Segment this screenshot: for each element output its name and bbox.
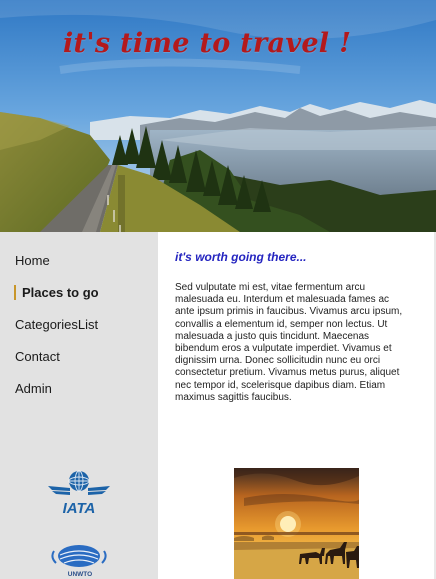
iata-logo[interactable]: IATA bbox=[46, 470, 112, 517]
section-heading: it's worth going there... bbox=[175, 250, 307, 264]
nav-item-home[interactable]: Home bbox=[15, 253, 50, 268]
nav-item-places-to-go[interactable]: Places to go bbox=[14, 285, 99, 300]
main-content: it's worth going there... Sed vulputate … bbox=[158, 232, 434, 579]
unwto-logo[interactable]: UNWTO bbox=[50, 543, 110, 579]
section-body-text: Sed vulputate mi est, vitae fermentum ar… bbox=[175, 282, 403, 403]
unwto-logo-text: UNWTO bbox=[68, 571, 92, 578]
nav-item-admin[interactable]: Admin bbox=[15, 381, 52, 396]
nav-item-contact[interactable]: Contact bbox=[15, 349, 60, 364]
nav-item-categories-list[interactable]: CategoriesList bbox=[15, 317, 98, 332]
sidebar: Home Places to go CategoriesList Contact… bbox=[0, 232, 158, 579]
african-sunset-image bbox=[234, 468, 360, 579]
hero-banner: it's time to travel ! bbox=[0, 0, 436, 232]
iata-logo-text: IATA bbox=[63, 500, 96, 516]
site-title: it's time to travel ! bbox=[63, 28, 352, 59]
